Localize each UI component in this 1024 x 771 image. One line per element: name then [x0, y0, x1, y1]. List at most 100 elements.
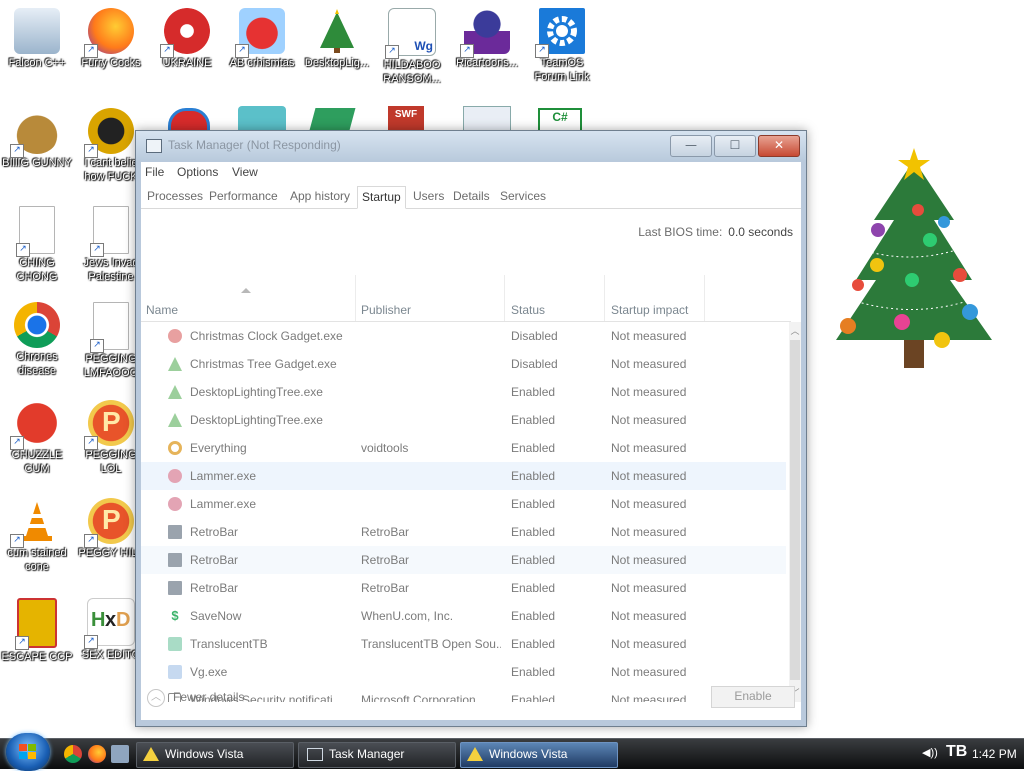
- table-row[interactable]: Lammer.exe Enabled Not measured: [141, 462, 786, 490]
- desktop-icon-chrome[interactable]: Chrones disease: [0, 298, 74, 390]
- desktop-icon-ching[interactable]: ↗ CHING CHONG: [0, 202, 74, 294]
- table-row[interactable]: Vg.exe Enabled Not measured: [141, 658, 786, 686]
- desktop-icon-falcon[interactable]: Falcon C++: [0, 4, 74, 96]
- menu-view[interactable]: View: [232, 165, 258, 179]
- christmas-tree-gadget[interactable]: [822, 140, 997, 380]
- desktop-icon-angry-birds[interactable]: ↗ AB crhismtas: [225, 4, 299, 96]
- maximize-button[interactable]: ☐: [714, 135, 756, 157]
- enable-button[interactable]: Enable: [711, 686, 795, 708]
- minimize-button[interactable]: —: [670, 135, 712, 157]
- table-row[interactable]: RetroBar RetroBar Enabled Not measured: [141, 574, 786, 602]
- table-row[interactable]: $ SaveNow WhenU.com, Inc. Enabled Not me…: [141, 602, 786, 630]
- column-publisher[interactable]: Publisher: [361, 303, 411, 317]
- menu-file[interactable]: File: [145, 165, 164, 179]
- volume-icon[interactable]: ◀)): [922, 746, 938, 759]
- tab-users[interactable]: Users: [413, 186, 444, 207]
- desktop-icon-chuzzle[interactable]: ↗ CHUZZLE CUM: [0, 396, 74, 488]
- desktop-icon-hildaboo[interactable]: Wg ↗ HILDABOO RANSOM...: [375, 4, 449, 96]
- row-impact: Not measured: [611, 581, 687, 595]
- row-name: TranslucentTB: [190, 637, 268, 651]
- fewer-details-link[interactable]: ︿ Fewer details: [147, 689, 244, 707]
- row-publisher: RetroBar: [361, 525, 410, 539]
- task-manager-window: Task Manager (Not Responding) — ☐ ✕ File…: [135, 130, 807, 727]
- title-bar[interactable]: Task Manager (Not Responding) — ☐ ✕: [136, 131, 806, 161]
- desktop-icon-cone[interactable]: ↗ cum stained cone: [0, 494, 74, 586]
- desktop-icon-billig[interactable]: ↗ BIllIG GUNNY: [0, 104, 74, 196]
- desktop-icon-escape[interactable]: ↗ ESCAPE CCP: [0, 594, 74, 686]
- row-status: Enabled: [511, 609, 556, 623]
- window-client: File Options View Processes Performance …: [141, 162, 801, 720]
- task-manager-icon: [307, 748, 323, 762]
- desktop-icon-label: Ricartoons...: [456, 57, 518, 69]
- table-row[interactable]: DesktopLightingTree.exe Enabled Not meas…: [141, 378, 786, 406]
- peggle-icon: P ↗: [84, 498, 134, 548]
- tab-services[interactable]: Services: [500, 186, 546, 207]
- desktop-icon-firefox[interactable]: ↗ Furry Cocks: [74, 4, 148, 96]
- lighting-tree-icon: [168, 385, 182, 399]
- scroll-thumb[interactable]: [790, 340, 800, 680]
- menu-options[interactable]: Options: [177, 165, 218, 179]
- table-row[interactable]: RetroBar RetroBar Enabled Not measured: [141, 518, 786, 546]
- vertical-scrollbar[interactable]: ︿ ﹀: [789, 322, 801, 702]
- chrome-icon[interactable]: [64, 745, 82, 763]
- translucenttb-tray-icon[interactable]: TB: [946, 743, 967, 761]
- row-impact: Not measured: [611, 441, 687, 455]
- vlc-cone-icon: ↗: [10, 498, 60, 548]
- taskbar-app-icon: [168, 525, 182, 539]
- taskbar-button-windows-vista-1[interactable]: Windows Vista: [136, 742, 294, 768]
- christmas-tree-icon: [314, 8, 360, 54]
- table-row[interactable]: RetroBar RetroBar Enabled Not measured: [141, 546, 786, 574]
- row-publisher: RetroBar: [361, 581, 410, 595]
- row-publisher: WhenU.com, Inc.: [361, 609, 454, 623]
- tab-app-history[interactable]: App history: [290, 186, 350, 207]
- column-startup-impact[interactable]: Startup impact: [611, 303, 688, 317]
- tab-performance[interactable]: Performance: [209, 186, 278, 207]
- clock[interactable]: 1:42 PM: [972, 747, 1017, 761]
- scroll-up-icon[interactable]: ︿: [790, 324, 800, 337]
- computer-icon[interactable]: [111, 745, 129, 763]
- peggle-icon: P ↗: [84, 400, 134, 450]
- tab-startup[interactable]: Startup: [357, 186, 406, 209]
- tab-strip: Processes Performance App history Startu…: [141, 184, 801, 209]
- firefox-icon[interactable]: [88, 745, 106, 763]
- taskbar-button-windows-vista-2[interactable]: Windows Vista: [460, 742, 618, 768]
- column-divider: [604, 275, 605, 321]
- desktop-icon-ukraine[interactable]: ↗ UKRAINE: [150, 4, 224, 96]
- table-row[interactable]: TranslucentTB TranslucentTB Open Sou... …: [141, 630, 786, 658]
- desktop-icon-label: DesktopLig...: [304, 57, 370, 69]
- tab-details[interactable]: Details: [453, 186, 490, 207]
- row-name: Everything: [190, 441, 247, 455]
- desktop-icon-label: Furry Cocks: [81, 57, 141, 69]
- row-name: Vg.exe: [190, 665, 228, 679]
- table-row[interactable]: Christmas Clock Gadget.exe Disabled Not …: [141, 322, 786, 350]
- table-row[interactable]: Everything voidtools Enabled Not measure…: [141, 434, 786, 462]
- ransom-app-icon: Wg ↗: [385, 8, 436, 59]
- taskbar-button-task-manager[interactable]: Task Manager: [298, 742, 456, 768]
- tab-processes[interactable]: Processes: [147, 186, 203, 207]
- row-status: Enabled: [511, 525, 556, 539]
- column-name[interactable]: Name: [146, 303, 178, 317]
- row-impact: Not measured: [611, 637, 687, 651]
- partial-icon-swf: SWF: [388, 106, 424, 132]
- desktop-icon-label: Chrones disease: [16, 351, 58, 377]
- desktop-icon-ricartoons[interactable]: ↗ Ricartoons...: [450, 4, 524, 96]
- bird-app-icon: ↗: [84, 108, 134, 158]
- row-status: Enabled: [511, 441, 556, 455]
- row-name: Lammer.exe: [190, 469, 257, 483]
- row-status: Enabled: [511, 581, 556, 595]
- desktop-icon-teamos[interactable]: ↗ TeamOS Forum Link: [525, 4, 599, 96]
- desktop-icon-desktoplig[interactable]: DesktopLig...: [300, 4, 374, 96]
- row-impact: Not measured: [611, 553, 687, 567]
- desktop-icon-label: CHUZZLE CUM: [11, 449, 63, 475]
- close-button[interactable]: ✕: [758, 135, 800, 157]
- translucenttb-icon: [168, 637, 182, 651]
- table-row[interactable]: Christmas Tree Gadget.exe Disabled Not m…: [141, 350, 786, 378]
- window-title: Task Manager (Not Responding): [168, 138, 341, 152]
- start-button[interactable]: [6, 733, 50, 771]
- column-divider: [704, 275, 705, 321]
- row-status: Enabled: [511, 665, 556, 679]
- table-row[interactable]: DesktopLightingTree.exe Enabled Not meas…: [141, 406, 786, 434]
- table-row[interactable]: Lammer.exe Enabled Not measured: [141, 490, 786, 518]
- column-status[interactable]: Status: [511, 303, 545, 317]
- hex-editor-icon: Hx D ↗: [84, 598, 135, 649]
